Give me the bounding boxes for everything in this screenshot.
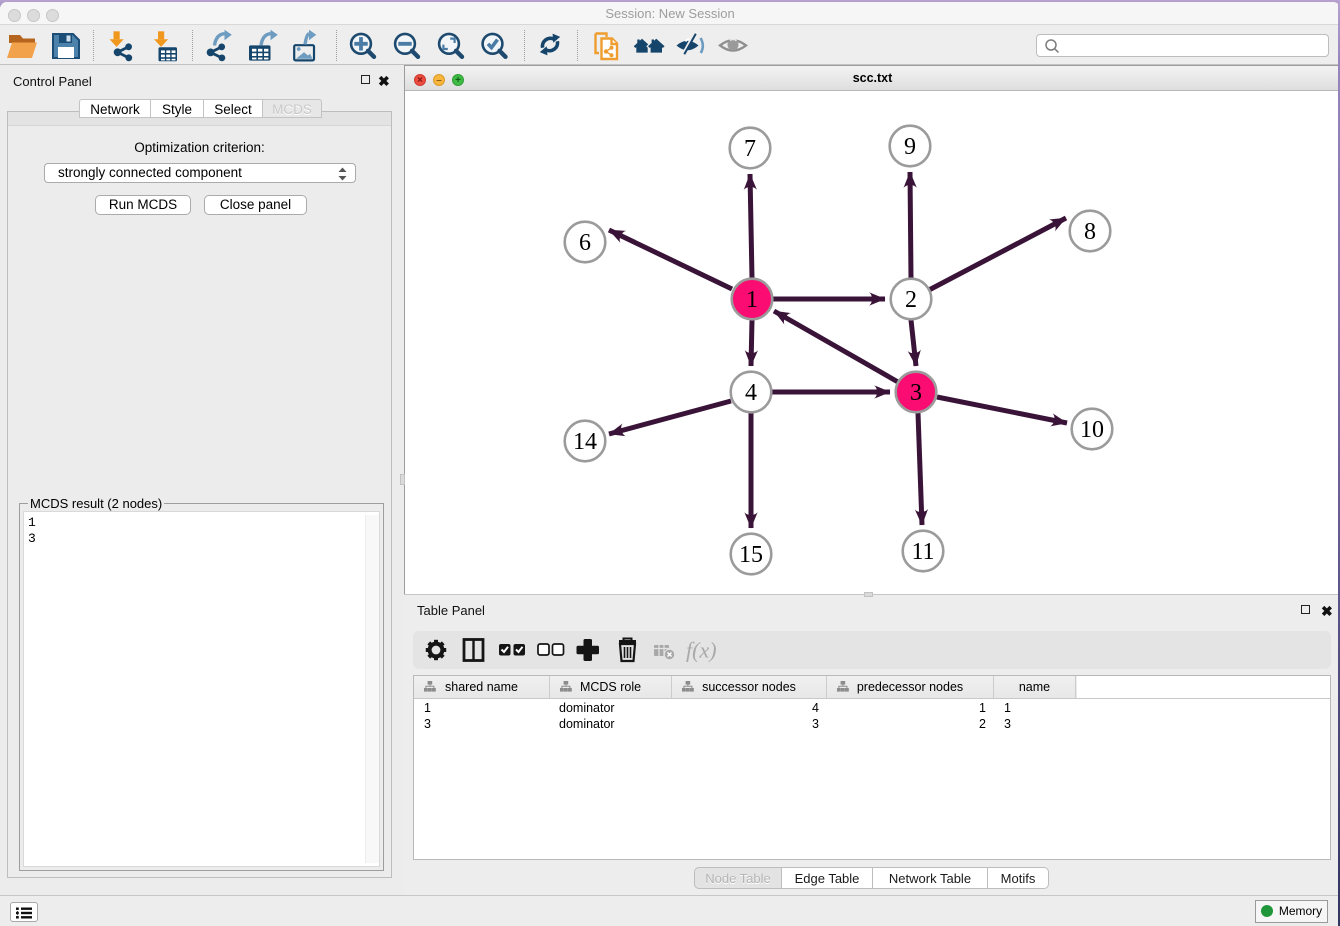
svg-text:2: 2 bbox=[905, 287, 917, 313]
svg-text:11: 11 bbox=[911, 539, 934, 565]
svg-text:6: 6 bbox=[579, 230, 591, 256]
svg-text:3: 3 bbox=[910, 380, 922, 406]
svg-text:9: 9 bbox=[904, 134, 916, 160]
svg-text:8: 8 bbox=[1084, 219, 1096, 245]
svg-text:f(x): f(x) bbox=[686, 638, 717, 663]
svg-text:15: 15 bbox=[739, 542, 763, 568]
svg-text:14: 14 bbox=[573, 429, 597, 455]
svg-text:4: 4 bbox=[745, 380, 757, 406]
svg-text:7: 7 bbox=[744, 136, 756, 162]
svg-text:1: 1 bbox=[746, 287, 758, 313]
svg-text:10: 10 bbox=[1080, 417, 1104, 443]
